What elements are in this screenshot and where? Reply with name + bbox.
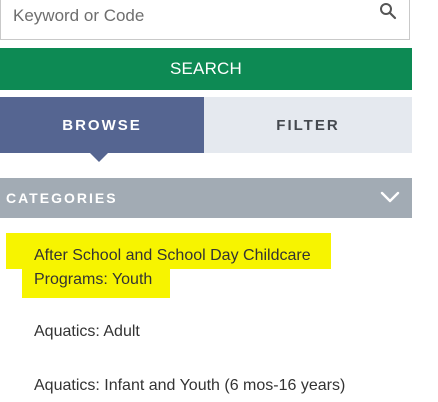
- tab-filter-label: FILTER: [276, 116, 340, 134]
- category-item-label: Aquatics: Infant and Youth (6 mos-16 yea…: [34, 377, 346, 394]
- category-item[interactable]: Aquatics: Infant and Youth (6 mos-16 yea…: [0, 374, 345, 398]
- search-input[interactable]: [1, 0, 371, 38]
- category-item-label: Aquatics: Adult: [34, 323, 140, 340]
- categories-header-label: CATEGORIES: [6, 190, 118, 206]
- chevron-down-icon[interactable]: [380, 190, 400, 204]
- tab-filter[interactable]: FILTER: [204, 97, 412, 153]
- categories-header[interactable]: CATEGORIES: [0, 178, 412, 218]
- search-box: [0, 0, 410, 40]
- search-button[interactable]: SEARCH: [0, 48, 412, 90]
- tab-browse-label: BROWSE: [62, 116, 142, 134]
- category-item-label-line1: After School and School Day Childcare: [34, 247, 311, 264]
- category-item[interactable]: After School and School Day Childcare Pr…: [0, 228, 412, 298]
- category-item-label-line2: Programs: Youth: [34, 271, 153, 288]
- browse-filter-tabs: BROWSE FILTER: [0, 97, 412, 162]
- categories-list: After School and School Day Childcare Pr…: [0, 228, 412, 394]
- tab-browse[interactable]: BROWSE: [0, 97, 204, 162]
- active-tab-pointer: [90, 153, 108, 162]
- category-item[interactable]: Aquatics: Adult: [0, 320, 140, 344]
- search-icon[interactable]: [379, 2, 397, 20]
